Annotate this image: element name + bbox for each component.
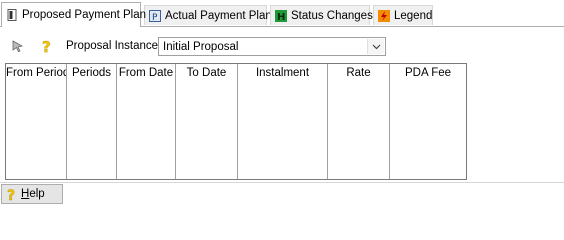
help-question-icon[interactable]: ? <box>39 38 55 54</box>
tab-actual-payment-plan[interactable]: P Actual Payment Plan <box>144 5 272 25</box>
payment-plan-icon: P <box>149 9 161 23</box>
column-pda-fee: PDA Fee <box>390 64 466 179</box>
column-header[interactable]: Periods <box>67 64 116 82</box>
svg-text:H: H <box>277 12 285 22</box>
svg-text:P: P <box>152 13 158 22</box>
column-header[interactable]: Instalment <box>238 64 327 82</box>
column-from-date: From Date <box>117 64 176 179</box>
status-h-icon: H <box>275 9 287 23</box>
proposal-instance-label: Proposal Instance: <box>66 40 162 52</box>
tab-label: Actual Payment Plan <box>165 9 272 22</box>
tab-label: Status Changes <box>291 9 373 22</box>
column-from-period: From Period <box>6 64 67 179</box>
column-header[interactable]: PDA Fee <box>390 64 466 82</box>
column-header[interactable]: From Date <box>117 64 175 82</box>
help-button[interactable]: ? Help <box>1 184 63 204</box>
cursor-icon[interactable] <box>10 38 26 54</box>
column-header[interactable]: From Period <box>6 64 66 82</box>
tab-status-changes[interactable]: H Status Changes <box>270 5 373 25</box>
proposal-instance-value: Initial Proposal <box>163 40 239 53</box>
svg-text:?: ? <box>7 188 15 202</box>
bottom-divider <box>0 182 564 183</box>
tab-label: Proposed Payment Plan <box>22 9 147 21</box>
payment-plan-grid[interactable]: From Period Periods From Date To Date In… <box>5 63 467 180</box>
column-rate: Rate <box>328 64 390 179</box>
document-icon <box>6 9 18 21</box>
toolbar: ? Proposal Instance: Initial Proposal <box>0 36 564 58</box>
tab-strip: Proposed Payment Plan P Actual Payment P… <box>0 0 564 27</box>
column-header[interactable]: Rate <box>328 64 389 82</box>
column-header[interactable]: To Date <box>176 64 237 82</box>
svg-text:?: ? <box>42 38 51 54</box>
chevron-down-icon[interactable] <box>367 39 384 54</box>
help-question-icon: ? <box>6 187 18 202</box>
column-instalment: Instalment <box>238 64 328 179</box>
column-periods: Periods <box>67 64 117 179</box>
help-label: Help <box>21 188 45 200</box>
legend-icon <box>378 9 390 22</box>
tab-label: Legend <box>394 9 433 22</box>
proposal-instance-select[interactable]: Initial Proposal <box>158 37 386 56</box>
tab-proposed-payment-plan[interactable]: Proposed Payment Plan <box>1 2 146 27</box>
tab-legend[interactable]: Legend <box>373 5 433 25</box>
column-to-date: To Date <box>176 64 238 179</box>
